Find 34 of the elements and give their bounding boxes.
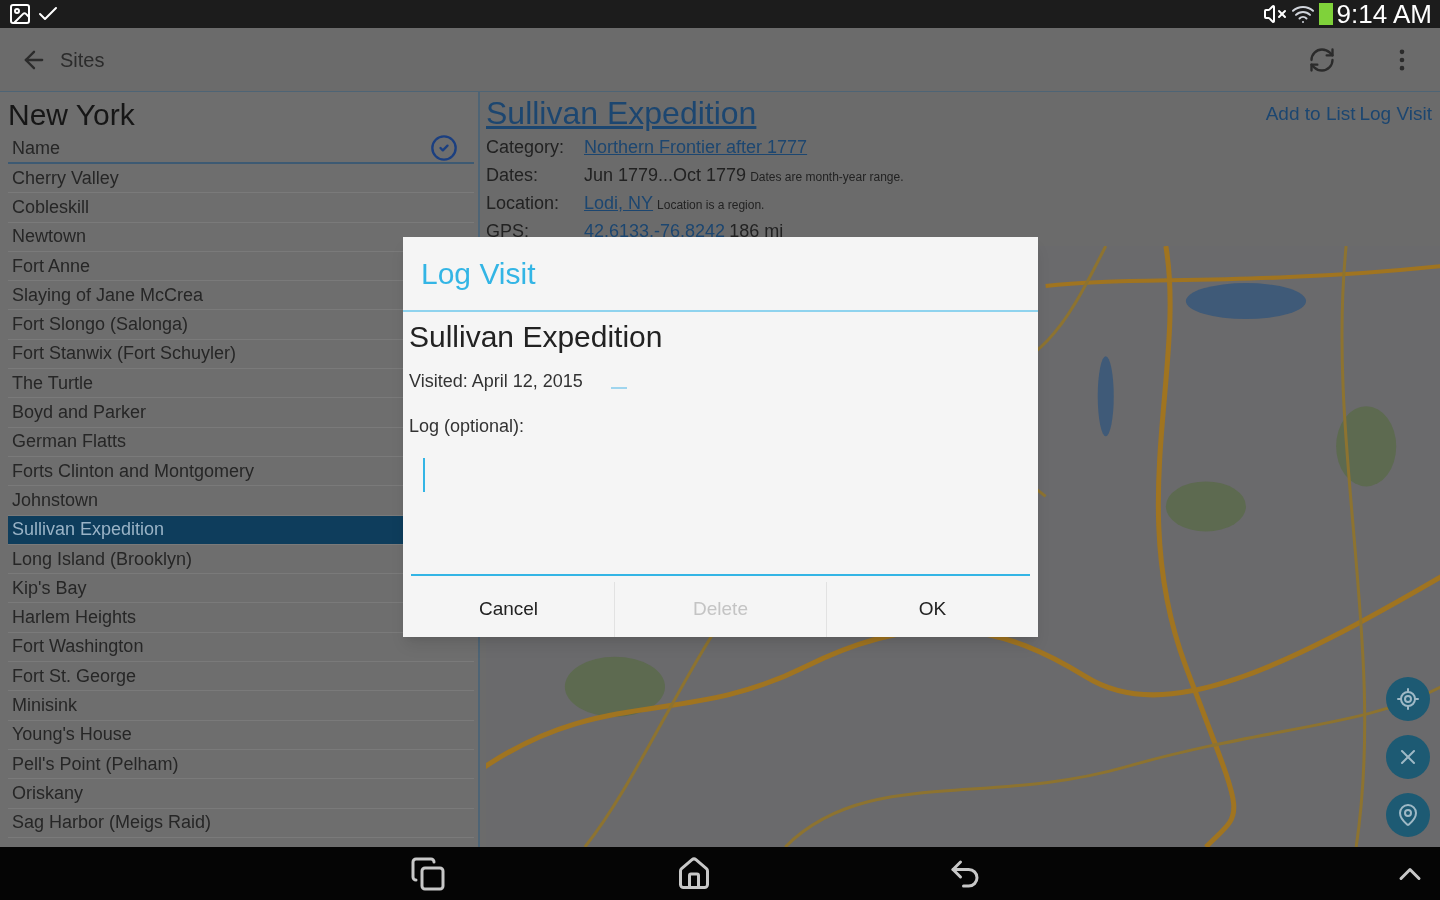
check-icon[interactable]: [430, 134, 458, 162]
field-value: Jun 1779...Oct 1779: [584, 164, 747, 187]
action-link[interactable]: Log Visit: [1359, 100, 1432, 129]
recent-apps-icon[interactable]: [409, 855, 446, 892]
back-button[interactable]: Sites: [20, 44, 105, 75]
list-item[interactable]: Cherry Valley: [8, 164, 474, 194]
dialog-button[interactable]: OK: [826, 582, 1038, 637]
date-picker-handle[interactable]: [610, 386, 627, 389]
list-item[interactable]: Minisink: [8, 691, 474, 721]
field-note: Dates are month-year range.: [750, 169, 904, 186]
column-header[interactable]: Name: [8, 134, 430, 162]
field-label: Location:: [486, 192, 561, 215]
list-item[interactable]: Fort St. George: [8, 662, 474, 692]
list-item[interactable]: Oriskany: [8, 779, 474, 809]
site-title-link[interactable]: Sullivan Expedition: [486, 92, 1266, 134]
clock: 9:14 AM: [1336, 1, 1432, 27]
list-item[interactable]: Young's House: [8, 720, 474, 750]
list-item[interactable]: Pell's Point (Pelham): [8, 749, 474, 780]
field-note: Location is a region.: [657, 197, 765, 214]
list-item[interactable]: Cobleskill: [8, 193, 474, 223]
dialog-title: Log Visit: [403, 237, 1038, 312]
picture-icon: [8, 2, 32, 26]
list-heading: New York: [8, 97, 136, 133]
list-item[interactable]: Sag Harbor (Meigs Raid): [8, 808, 474, 838]
field-label: Category:: [486, 136, 566, 159]
battery-icon: [1318, 3, 1333, 25]
field-label: Dates:: [486, 164, 540, 187]
crosshair-icon: [1396, 687, 1420, 711]
field-link[interactable]: Northern Frontier after 1777: [584, 134, 808, 161]
field-link[interactable]: Lodi, NY: [584, 190, 654, 217]
refresh-icon[interactable]: [1308, 45, 1336, 74]
mute-icon: [1262, 2, 1287, 26]
action-link[interactable]: Add to List: [1265, 100, 1356, 129]
map-pin-icon: [1396, 803, 1420, 827]
